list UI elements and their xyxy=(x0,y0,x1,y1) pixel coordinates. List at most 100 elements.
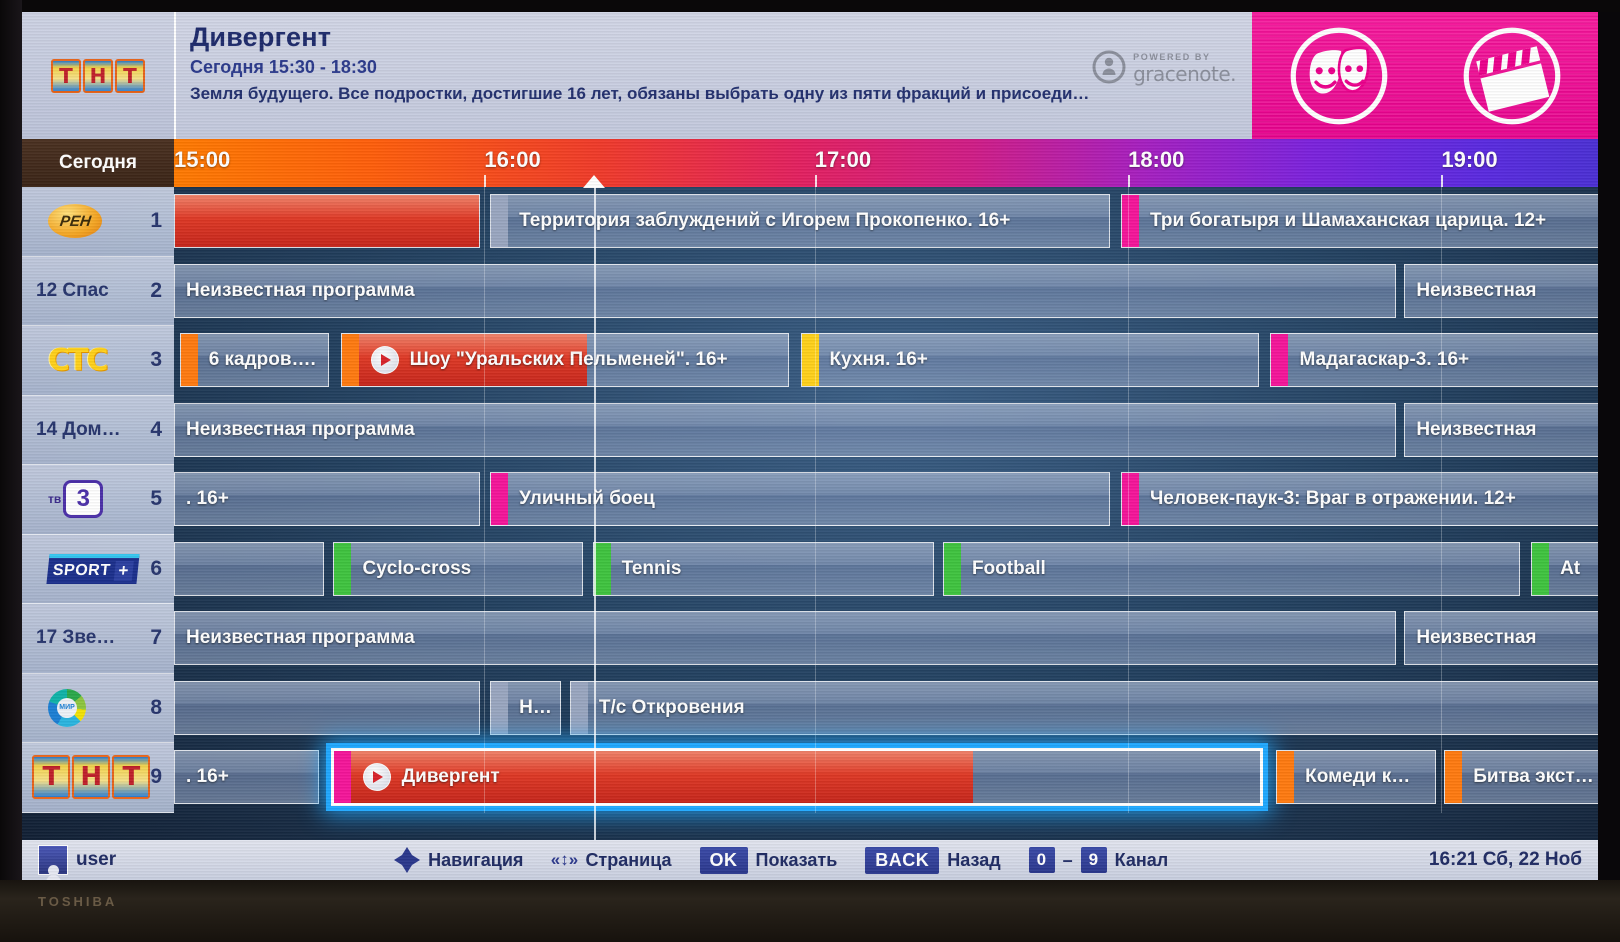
user-avatar-icon xyxy=(38,845,68,876)
epg-row[interactable]: тв 3 5 . 16+ Уличный боец Человек-паук-3: Вра… xyxy=(22,465,1598,535)
key-0[interactable]: 0 xyxy=(1028,847,1055,873)
program-block[interactable]: Неизвестная программа xyxy=(174,402,1396,457)
channel-cell-3[interactable]: CTC 3 xyxy=(22,326,174,396)
ren-tv-logo-icon: PEH xyxy=(48,204,102,239)
epg-row[interactable]: ТНТ9 . 16+ Дивергент Комеди к… Битва экстра xyxy=(22,743,1598,813)
hour-gridline xyxy=(814,743,816,813)
program-block[interactable]: Комеди к… xyxy=(1276,750,1436,804)
program-lane: 6 кадров…. Шоу "Уральских Пельменей". 16+… xyxy=(174,326,1598,396)
hour-gridline xyxy=(1128,326,1130,396)
program-block-selected[interactable]: Дивергент xyxy=(330,748,1264,806)
program-block[interactable] xyxy=(174,680,481,735)
hour-gridline xyxy=(1128,395,1130,465)
program-title: Мадагаскар-3. 16+ xyxy=(1299,349,1470,370)
genre-color-bar xyxy=(943,542,961,595)
timeline-day-label[interactable]: Сегодня xyxy=(22,139,174,187)
channel-cell-1[interactable]: PEH 1 xyxy=(22,187,174,257)
epg-row[interactable]: 14 Дом… 4 Неизвестная программа Неизвестная xyxy=(22,395,1598,465)
hour-gridline xyxy=(1128,743,1130,813)
genre-color-bar xyxy=(1121,195,1139,247)
timeline-track[interactable]: 15:00 16:00 17:00 18:00 19:00 xyxy=(174,139,1598,188)
timeline-tick-label: 19:00 xyxy=(1441,147,1498,172)
mir-logo-icon: МИР xyxy=(48,688,86,727)
action-hint[interactable]: OK Показать xyxy=(699,846,837,874)
tnt-logo-big-icon: ТНТ xyxy=(32,755,151,800)
program-block[interactable]: Неизвестная программа xyxy=(174,611,1396,665)
program-block[interactable]: Football xyxy=(942,541,1520,596)
genre-color-bar xyxy=(1277,751,1295,803)
channel-cell-5[interactable]: тв 3 5 xyxy=(22,465,174,535)
tv3-logo-icon: тв 3 xyxy=(48,480,104,519)
program-title: Территория заблуждений с Игорем Прокопен… xyxy=(519,210,1011,231)
action-hint[interactable]: Навигация xyxy=(394,847,523,873)
program-block[interactable]: Cyclo-cross xyxy=(333,541,583,596)
epg-row[interactable]: МИР 8 Нов Т/с Откровения xyxy=(22,673,1598,743)
program-block[interactable]: Территория заблуждений с Игорем Прокопен… xyxy=(490,194,1110,248)
key-9[interactable]: 9 xyxy=(1080,847,1107,873)
program-block[interactable]: Мадагаскар-3. 16+ xyxy=(1270,333,1598,387)
program-block[interactable]: Три богатыря и Шамаханская царица. 12+ xyxy=(1120,194,1598,248)
program-title: Неизвестная xyxy=(1416,627,1537,648)
action-hint[interactable]: «↕» Страница xyxy=(551,847,672,873)
channel-cell-2[interactable]: 12 Спас 2 xyxy=(22,256,174,326)
program-block[interactable]: Т/с Откровения xyxy=(569,680,1598,735)
timeline-tick-label: 18:00 xyxy=(1128,147,1185,172)
epg-row[interactable]: 17 Зве… 7 Неизвестная программа Неизвестная xyxy=(22,604,1598,674)
program-block[interactable] xyxy=(174,541,324,596)
program-block[interactable]: Неизвестная xyxy=(1404,263,1598,318)
program-block[interactable]: Уличный боец xyxy=(490,472,1110,526)
program-title: Битва экстра xyxy=(1473,766,1597,787)
program-block[interactable]: Нов xyxy=(490,680,562,735)
channel-number: 8 xyxy=(150,695,162,719)
channel-number: 2 xyxy=(150,278,162,302)
epg-row[interactable]: CTC 3 6 кадров…. Шоу "Уральских Пельменей".… xyxy=(22,326,1598,396)
hour-gridline xyxy=(814,604,816,674)
action-hint[interactable]: 0–9 Канал xyxy=(1028,847,1168,873)
program-block[interactable]: At xyxy=(1531,541,1598,596)
program-block[interactable]: . 16+ xyxy=(174,472,481,526)
program-block[interactable]: Неизвестная программа xyxy=(174,263,1396,318)
program-block[interactable]: Шоу "Уральских Пельменей". 16+ xyxy=(340,333,790,387)
key-ok[interactable]: OK xyxy=(699,846,748,874)
channel-cell-8[interactable]: МИР 8 xyxy=(22,673,174,743)
channel-cell-7[interactable]: 17 Зве… 7 xyxy=(22,604,174,674)
hour-gridline xyxy=(814,395,816,465)
program-block[interactable]: Человек-паук-3: Враг в отражении. 12+ xyxy=(1120,472,1598,526)
epg-row[interactable]: SPORT + 6 Cyclo-cross Tennis Football At xyxy=(22,534,1598,604)
channel-cell-6[interactable]: SPORT + 6 xyxy=(22,534,174,604)
genre-color-bar xyxy=(1121,473,1139,525)
epg-grid[interactable]: PEH 1 Территория заблуждений с Игорем Прок… xyxy=(22,187,1598,840)
key-range-dash: – xyxy=(1062,849,1073,870)
program-block[interactable] xyxy=(174,194,481,248)
info-program-schedule: Сегодня 15:30 - 18:30 xyxy=(190,57,377,77)
genre-color-bar xyxy=(491,195,509,247)
program-block[interactable]: Tennis xyxy=(592,541,935,596)
key-back[interactable]: BACK xyxy=(865,846,940,874)
program-block[interactable]: . 16+ xyxy=(174,750,320,804)
user-profile[interactable]: user xyxy=(38,845,116,876)
channel-cell-9[interactable]: ТНТ9 xyxy=(22,743,174,813)
genre-color-bar xyxy=(593,542,611,595)
epg-row[interactable]: PEH 1 Территория заблуждений с Игорем Прок… xyxy=(22,187,1598,257)
hour-gridline xyxy=(484,743,486,813)
hour-gridline xyxy=(484,256,486,326)
hour-gridline xyxy=(1441,743,1443,813)
info-program-title: Дивергент xyxy=(190,22,332,52)
program-block[interactable]: Кухня. 16+ xyxy=(800,333,1260,387)
hour-gridline xyxy=(814,534,816,604)
program-block[interactable]: 6 кадров…. xyxy=(179,333,330,387)
program-title: Нов xyxy=(519,696,557,718)
channel-cell-4[interactable]: 14 Дом… 4 xyxy=(22,395,174,465)
timeline-tick-label: 15:00 xyxy=(174,147,231,172)
program-title: Tennis xyxy=(621,557,682,579)
genre-color-bar xyxy=(491,473,509,525)
genre-color-bar xyxy=(341,334,359,386)
action-hint[interactable]: BACK Назад xyxy=(865,846,1001,874)
program-block[interactable]: Неизвестная xyxy=(1404,611,1598,665)
epg-row[interactable]: 12 Спас 2 Неизвестная программа Неизвестная xyxy=(22,256,1598,326)
program-lane: Территория заблуждений с Игорем Прокопен… xyxy=(174,187,1598,257)
program-block[interactable]: Битва экстра xyxy=(1444,750,1598,804)
program-block[interactable]: Неизвестная xyxy=(1404,402,1598,457)
channel-number: 1 xyxy=(150,209,162,233)
hour-gridline xyxy=(1128,256,1130,326)
